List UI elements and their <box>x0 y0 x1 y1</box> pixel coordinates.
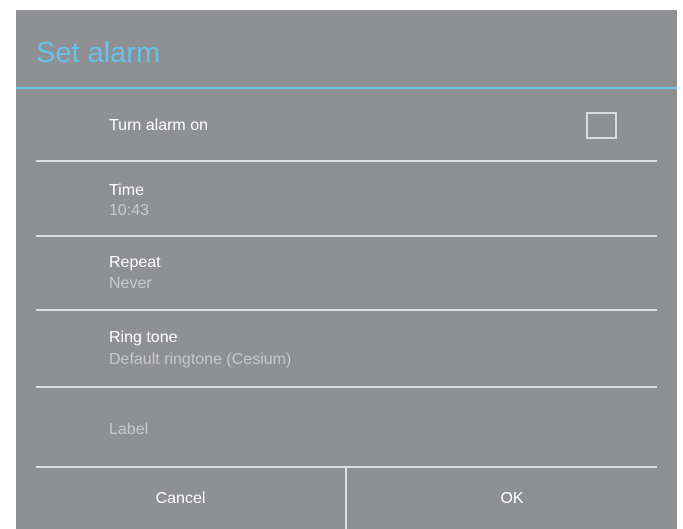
label-field[interactable]: Label <box>16 388 677 465</box>
repeat-row[interactable]: Repeat Never <box>16 237 677 310</box>
ringtone-label: Ring tone <box>109 329 178 346</box>
set-alarm-dialog: Set alarm Turn alarm on Time 10:43 Repea… <box>16 10 677 529</box>
ringtone-value: Default ringtone (Cesium) <box>109 351 292 368</box>
ringtone-row[interactable]: Ring tone Default ringtone (Cesium) <box>16 311 677 386</box>
ok-button[interactable]: OK <box>347 468 677 529</box>
time-row[interactable]: Time 10:43 <box>16 162 677 235</box>
repeat-label: Repeat <box>109 254 161 271</box>
cancel-button[interactable]: Cancel <box>16 468 345 529</box>
time-label: Time <box>109 182 144 199</box>
time-value: 10:43 <box>109 202 150 219</box>
alarm-toggle-row[interactable]: Turn alarm on <box>16 89 677 161</box>
alarm-toggle-label: Turn alarm on <box>109 117 208 134</box>
dialog-title: Set alarm <box>36 37 161 69</box>
alarm-on-checkbox[interactable] <box>586 112 617 139</box>
repeat-value: Never <box>109 275 152 292</box>
label-placeholder: Label <box>109 421 149 438</box>
